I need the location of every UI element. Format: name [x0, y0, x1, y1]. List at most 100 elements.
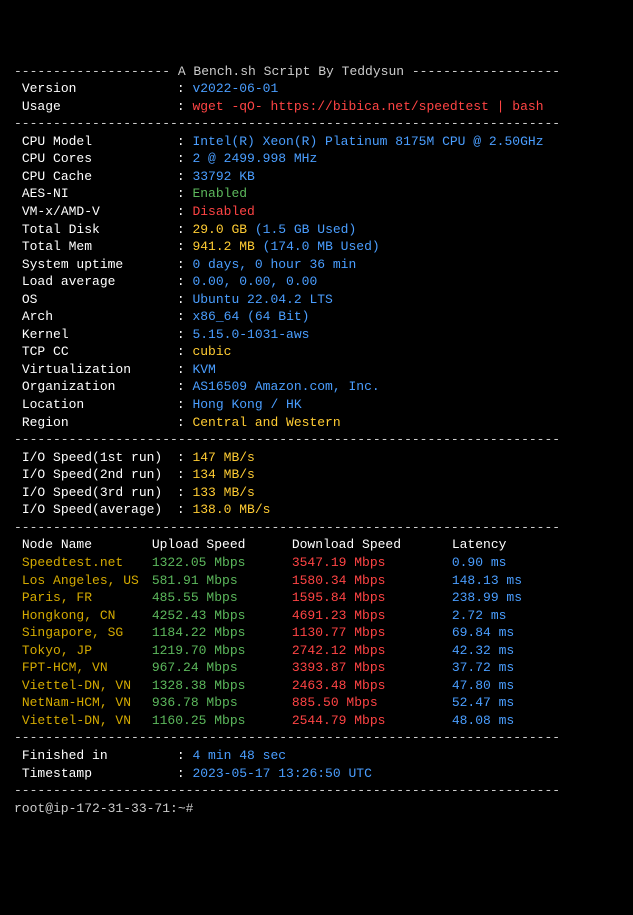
timestamp-value: 2023-05-17 13:26:50 UTC — [192, 766, 371, 781]
speedtest-upload: 1322.05 Mbps — [152, 554, 292, 572]
speedtest-upload: 967.24 Mbps — [152, 659, 292, 677]
speedtest-node: Tokyo, JP — [22, 642, 152, 660]
total-mem-value: 941.2 MB — [192, 239, 254, 254]
speedtest-latency: 52.47 ms — [452, 694, 514, 712]
usage-label: Usage — [22, 98, 177, 116]
speedtest-rows: Speedtest.net1322.05 Mbps3547.19 Mbps0.9… — [14, 554, 619, 729]
cpu-cores-label: CPU Cores — [22, 150, 177, 168]
io-avg-value: 138.0 MB/s — [192, 502, 270, 517]
org-value: AS16509 Amazon.com, Inc. — [192, 379, 379, 394]
speedtest-latency: 37.72 ms — [452, 659, 514, 677]
cpu-cache-label: CPU Cache — [22, 168, 177, 186]
virt-value: KVM — [192, 362, 215, 377]
aes-ni-value: Enabled — [192, 186, 247, 201]
speedtest-header-upload: Upload Speed — [152, 536, 292, 554]
tcp-cc-label: TCP CC — [22, 343, 177, 361]
uptime-value: 0 days, 0 hour 36 min — [192, 257, 356, 272]
speedtest-latency: 0.90 ms — [452, 554, 507, 572]
speedtest-download: 4691.23 Mbps — [292, 607, 452, 625]
speedtest-node: Speedtest.net — [22, 554, 152, 572]
speedtest-upload: 581.91 Mbps — [152, 572, 292, 590]
speedtest-latency: 42.32 ms — [452, 642, 514, 660]
cpu-cores-value: 2 @ 2499.998 MHz — [192, 151, 317, 166]
speedtest-node: FPT-HCM, VN — [22, 659, 152, 677]
io-r3-value: 133 MB/s — [192, 485, 254, 500]
io-r2-label: I/O Speed(2nd run) — [22, 466, 177, 484]
divider: ----------------------------------------… — [14, 783, 560, 798]
aes-ni-label: AES-NI — [22, 185, 177, 203]
speedtest-download: 1130.77 Mbps — [292, 624, 452, 642]
arch-label: Arch — [22, 308, 177, 326]
org-label: Organization — [22, 378, 177, 396]
cpu-model-label: CPU Model — [22, 133, 177, 151]
speedtest-upload: 1160.25 Mbps — [152, 712, 292, 730]
speedtest-latency: 48.08 ms — [452, 712, 514, 730]
speedtest-latency: 148.13 ms — [452, 572, 522, 590]
tcp-cc-value: cubic — [192, 344, 231, 359]
region-label: Region — [22, 414, 177, 432]
speedtest-node: Singapore, SG — [22, 624, 152, 642]
version-label: Version — [22, 80, 177, 98]
speedtest-latency: 2.72 ms — [452, 607, 507, 625]
loc-value: Hong Kong / HK — [192, 397, 301, 412]
speedtest-upload: 4252.43 Mbps — [152, 607, 292, 625]
speedtest-download: 885.50 Mbps — [292, 694, 452, 712]
version-value: v2022-06-01 — [192, 81, 278, 96]
speedtest-upload: 1219.70 Mbps — [152, 642, 292, 660]
total-disk-used: (1.5 GB Used) — [255, 222, 356, 237]
speedtest-download: 2463.48 Mbps — [292, 677, 452, 695]
speedtest-download: 1580.34 Mbps — [292, 572, 452, 590]
speedtest-latency: 238.99 ms — [452, 589, 522, 607]
finished-value: 4 min 48 sec — [192, 748, 286, 763]
speedtest-header-download: Download Speed — [292, 536, 452, 554]
speedtest-download: 1595.84 Mbps — [292, 589, 452, 607]
os-label: OS — [22, 291, 177, 309]
io-r3-label: I/O Speed(3rd run) — [22, 484, 177, 502]
vmx-label: VM-x/AMD-V — [22, 203, 177, 221]
divider: ----------------------------------------… — [14, 730, 560, 745]
io-r1-value: 147 MB/s — [192, 450, 254, 465]
region-value: Central and Western — [192, 415, 340, 430]
speedtest-node: Viettel-DN, VN — [22, 712, 152, 730]
speedtest-upload: 485.55 Mbps — [152, 589, 292, 607]
speedtest-node: Viettel-DN, VN — [22, 677, 152, 695]
load-label: Load average — [22, 273, 177, 291]
speedtest-download: 3393.87 Mbps — [292, 659, 452, 677]
speedtest-latency: 69.84 ms — [452, 624, 514, 642]
cpu-cache-value: 33792 KB — [192, 169, 254, 184]
io-r2-value: 134 MB/s — [192, 467, 254, 482]
speedtest-node: NetNam-HCM, VN — [22, 694, 152, 712]
io-r1-label: I/O Speed(1st run) — [22, 449, 177, 467]
speedtest-upload: 1328.38 Mbps — [152, 677, 292, 695]
total-disk-label: Total Disk — [22, 221, 177, 239]
speedtest-download: 2742.12 Mbps — [292, 642, 452, 660]
speedtest-node: Hongkong, CN — [22, 607, 152, 625]
timestamp-label: Timestamp — [22, 765, 177, 783]
speedtest-upload: 1184.22 Mbps — [152, 624, 292, 642]
total-mem-label: Total Mem — [22, 238, 177, 256]
usage-value: wget -qO- https://bibica.net/speedtest |… — [192, 99, 543, 114]
kernel-value: 5.15.0-1031-aws — [192, 327, 309, 342]
arch-bits: (64 Bit) — [247, 309, 309, 324]
total-mem-used: (174.0 MB Used) — [263, 239, 380, 254]
total-disk-value: 29.0 GB — [192, 222, 247, 237]
speedtest-header-node: Node Name — [22, 536, 152, 554]
divider: ----------------------------------------… — [14, 432, 560, 447]
divider: ----------------------------------------… — [14, 116, 560, 131]
terminal-output: -------------------- A Bench.sh Script B… — [14, 63, 619, 818]
virt-label: Virtualization — [22, 361, 177, 379]
speedtest-header-latency: Latency — [452, 536, 507, 554]
speedtest-latency: 47.80 ms — [452, 677, 514, 695]
speedtest-upload: 936.78 Mbps — [152, 694, 292, 712]
uptime-label: System uptime — [22, 256, 177, 274]
os-value: Ubuntu 22.04.2 LTS — [192, 292, 332, 307]
divider: ----------------------------------------… — [14, 520, 560, 535]
loc-label: Location — [22, 396, 177, 414]
shell-prompt[interactable]: root@ip-172-31-33-71:~# — [14, 801, 193, 816]
kernel-label: Kernel — [22, 326, 177, 344]
arch-value: x86_64 — [192, 309, 239, 324]
finished-label: Finished in — [22, 747, 177, 765]
vmx-value: Disabled — [192, 204, 254, 219]
speedtest-download: 2544.79 Mbps — [292, 712, 452, 730]
load-value: 0.00, 0.00, 0.00 — [192, 274, 317, 289]
